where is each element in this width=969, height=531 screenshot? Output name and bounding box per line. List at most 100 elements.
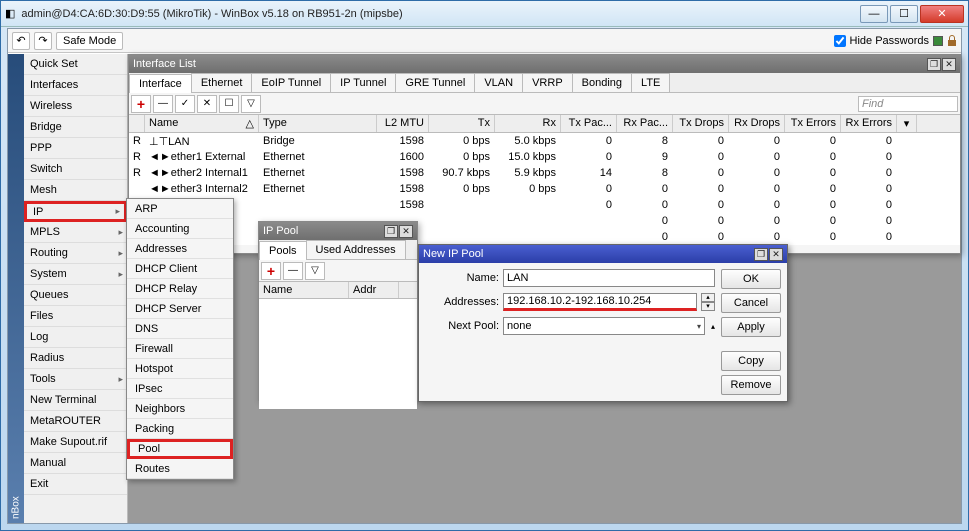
iflist-col-7[interactable]: Rx Pac...	[617, 115, 673, 132]
iflist-col-12[interactable]: ▾	[897, 115, 917, 132]
comment-button[interactable]: ☐	[219, 95, 239, 113]
nextpool-combo[interactable]: none	[503, 317, 705, 335]
iflist-col-6[interactable]: Tx Pac...	[561, 115, 617, 132]
tab-vrrp[interactable]: VRRP	[522, 73, 573, 92]
tab-ip-tunnel[interactable]: IP Tunnel	[330, 73, 396, 92]
iflist-col-5[interactable]: Rx	[495, 115, 561, 132]
ip-submenu-hotspot[interactable]: Hotspot	[127, 359, 233, 379]
sidebar-item-mpls[interactable]: MPLS	[24, 222, 127, 243]
ip-submenu-dhcp-server[interactable]: DHCP Server	[127, 299, 233, 319]
safe-mode-button[interactable]: Safe Mode	[56, 32, 123, 50]
interface-row[interactable]: 00000	[129, 213, 960, 229]
ippool-col-addr[interactable]: Addr	[349, 282, 399, 298]
sidebar-item-files[interactable]: Files	[24, 306, 127, 327]
ippool-tab-pools[interactable]: Pools	[259, 241, 307, 260]
ip-pool-titlebar[interactable]: IP Pool ❐ ✕	[259, 222, 417, 240]
hide-passwords-checkbox[interactable]: Hide Passwords	[834, 35, 929, 47]
add-button[interactable]: +	[131, 95, 151, 113]
tab-gre-tunnel[interactable]: GRE Tunnel	[395, 73, 475, 92]
iflist-col-4[interactable]: Tx	[429, 115, 495, 132]
iflist-col-8[interactable]: Tx Drops	[673, 115, 729, 132]
interface-row[interactable]: 1598000000	[129, 197, 960, 213]
ip-submenu-pool[interactable]: Pool	[127, 439, 233, 459]
ip-submenu-arp[interactable]: ARP	[127, 199, 233, 219]
name-input[interactable]	[503, 269, 715, 287]
sidebar-item-manual[interactable]: Manual	[24, 453, 127, 474]
hide-passwords-input[interactable]	[834, 35, 846, 47]
ip-submenu-neighbors[interactable]: Neighbors	[127, 399, 233, 419]
sidebar-item-wireless[interactable]: Wireless	[24, 96, 127, 117]
ippool-close-button[interactable]: ✕	[399, 225, 413, 238]
sidebar-item-metarouter[interactable]: MetaROUTER	[24, 411, 127, 432]
ippool-filter-button[interactable]: ▽	[305, 262, 325, 280]
ip-submenu-ipsec[interactable]: IPsec	[127, 379, 233, 399]
ip-submenu-firewall[interactable]: Firewall	[127, 339, 233, 359]
win7-titlebar[interactable]: ◧ admin@D4:CA:6D:30:D9:55 (MikroTik) - W…	[1, 1, 968, 27]
minimize-button[interactable]: —	[860, 5, 888, 23]
newpool-close-button[interactable]: ✕	[769, 248, 783, 261]
sidebar-item-bridge[interactable]: Bridge	[24, 117, 127, 138]
iflist-restore-button[interactable]: ❐	[927, 58, 941, 71]
addresses-input[interactable]	[503, 293, 697, 311]
sidebar-item-tools[interactable]: Tools	[24, 369, 127, 390]
ippool-add-button[interactable]: +	[261, 262, 281, 280]
ok-button[interactable]: OK	[721, 269, 781, 289]
iflist-col-1[interactable]: Name △	[145, 115, 259, 132]
sidebar-item-log[interactable]: Log	[24, 327, 127, 348]
ip-submenu-dhcp-client[interactable]: DHCP Client	[127, 259, 233, 279]
iflist-col-9[interactable]: Rx Drops	[729, 115, 785, 132]
sidebar-item-queues[interactable]: Queues	[24, 285, 127, 306]
tab-ethernet[interactable]: Ethernet	[191, 73, 253, 92]
iflist-col-2[interactable]: Type	[259, 115, 377, 132]
ip-submenu-dns[interactable]: DNS	[127, 319, 233, 339]
tab-eoip-tunnel[interactable]: EoIP Tunnel	[251, 73, 331, 92]
ippool-col-name[interactable]: Name	[259, 282, 349, 298]
sidebar-item-ppp[interactable]: PPP	[24, 138, 127, 159]
sidebar-item-switch[interactable]: Switch	[24, 159, 127, 180]
interface-row[interactable]: R◄►ether1 ExternalEthernet16000 bps15.0 …	[129, 149, 960, 165]
tab-interface[interactable]: Interface	[129, 74, 192, 93]
sidebar-item-exit[interactable]: Exit	[24, 474, 127, 495]
nextpool-expand-icon[interactable]: ▴	[711, 322, 715, 331]
maximize-button[interactable]: ☐	[890, 5, 918, 23]
ip-submenu-dhcp-relay[interactable]: DHCP Relay	[127, 279, 233, 299]
cancel-button[interactable]: Cancel	[721, 293, 781, 313]
sidebar-item-radius[interactable]: Radius	[24, 348, 127, 369]
apply-button[interactable]: Apply	[721, 317, 781, 337]
filter-button[interactable]: ▽	[241, 95, 261, 113]
sidebar-item-quick-set[interactable]: Quick Set	[24, 54, 127, 75]
remove-dialog-button[interactable]: Remove	[721, 375, 781, 395]
close-button[interactable]: ✕	[920, 5, 964, 23]
ip-submenu-accounting[interactable]: Accounting	[127, 219, 233, 239]
tab-lte[interactable]: LTE	[631, 73, 670, 92]
sidebar-item-interfaces[interactable]: Interfaces	[24, 75, 127, 96]
new-ip-pool-titlebar[interactable]: New IP Pool ❐ ✕	[419, 245, 787, 263]
ip-submenu-routes[interactable]: Routes	[127, 459, 233, 479]
iflist-col-0[interactable]	[129, 115, 145, 132]
interface-row[interactable]: R◄►ether2 Internal1Ethernet159890.7 kbps…	[129, 165, 960, 181]
iflist-col-11[interactable]: Rx Errors	[841, 115, 897, 132]
interface-row[interactable]: ◄►ether3 Internal2Ethernet15980 bps0 bps…	[129, 181, 960, 197]
ippool-tab-used-addresses[interactable]: Used Addresses	[306, 240, 406, 259]
sidebar-item-routing[interactable]: Routing	[24, 243, 127, 264]
sidebar-item-ip[interactable]: IP	[24, 201, 127, 222]
remove-button[interactable]: —	[153, 95, 173, 113]
interface-list-titlebar[interactable]: Interface List ❐ ✕	[129, 55, 960, 73]
enable-button[interactable]: ✓	[175, 95, 195, 113]
ippool-restore-button[interactable]: ❐	[384, 225, 398, 238]
interface-row[interactable]: 00000	[129, 229, 960, 245]
iflist-col-3[interactable]: L2 MTU	[377, 115, 429, 132]
iflist-close-button[interactable]: ✕	[942, 58, 956, 71]
ip-submenu-addresses[interactable]: Addresses	[127, 239, 233, 259]
copy-button[interactable]: Copy	[721, 351, 781, 371]
sidebar-item-mesh[interactable]: Mesh	[24, 180, 127, 201]
redo-button[interactable]: ↷	[34, 32, 52, 50]
sidebar-item-make-supout-rif[interactable]: Make Supout.rif	[24, 432, 127, 453]
iflist-col-10[interactable]: Tx Errors	[785, 115, 841, 132]
sidebar-item-new-terminal[interactable]: New Terminal	[24, 390, 127, 411]
disable-button[interactable]: ✕	[197, 95, 217, 113]
ip-submenu-packing[interactable]: Packing	[127, 419, 233, 439]
undo-button[interactable]: ↶	[12, 32, 30, 50]
tab-vlan[interactable]: VLAN	[474, 73, 523, 92]
newpool-restore-button[interactable]: ❐	[754, 248, 768, 261]
